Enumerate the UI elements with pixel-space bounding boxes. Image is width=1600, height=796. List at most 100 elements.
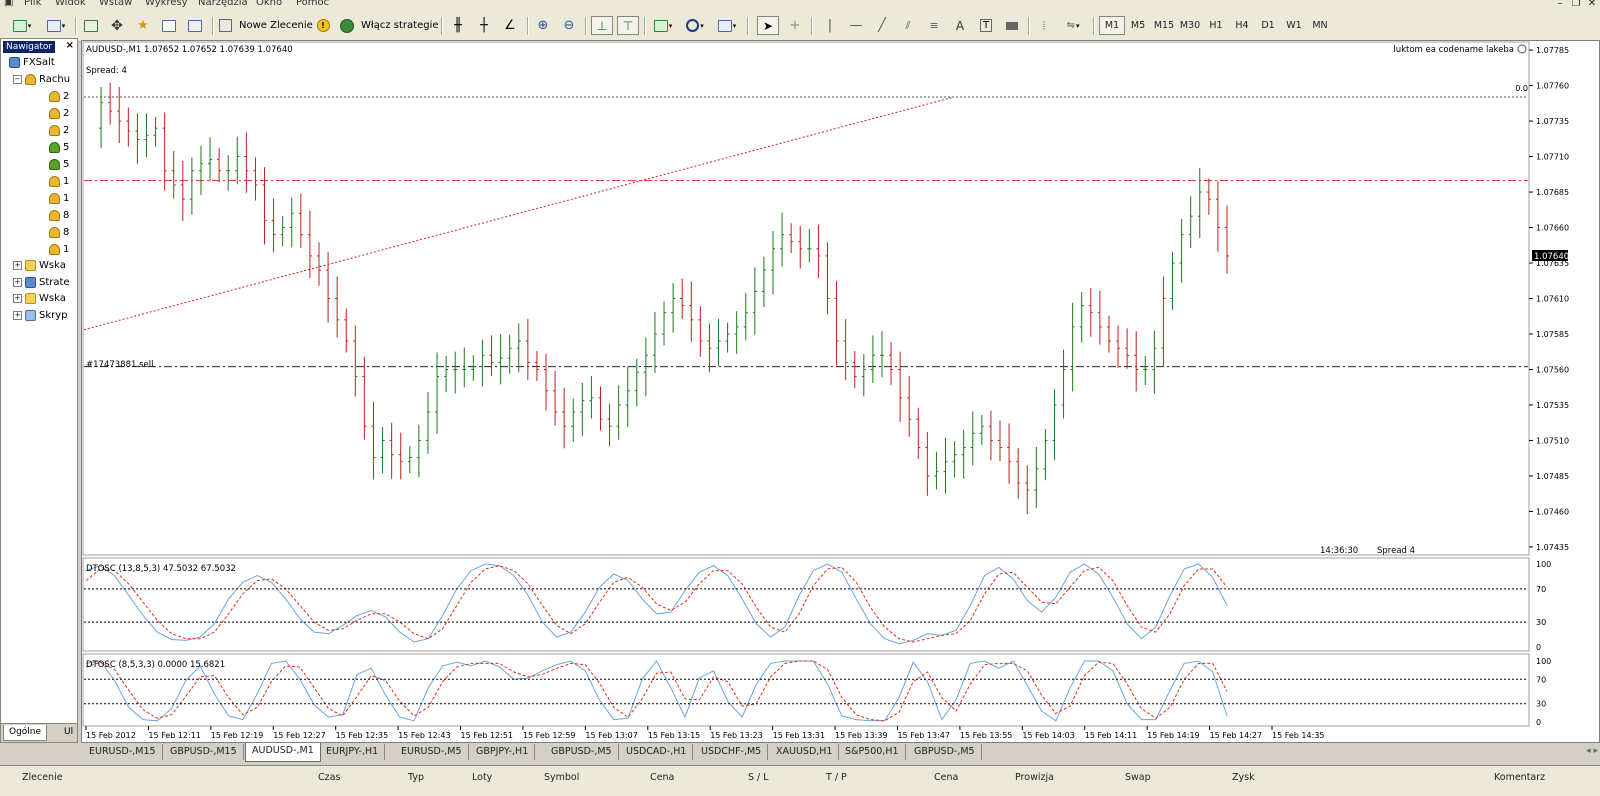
menu-tools[interactable]: Narzędzia: [198, 0, 248, 8]
terminal-column-header[interactable]: Cena: [650, 772, 674, 783]
chart-tab[interactable]: EURJPY-,H1: [320, 744, 386, 760]
menu-help[interactable]: Pomoc: [296, 0, 329, 8]
tree-account-item[interactable]: 1: [49, 193, 69, 204]
close-icon[interactable]: ✕: [1584, 0, 1600, 9]
templates-icon[interactable]: ▾: [713, 16, 741, 35]
tab-general[interactable]: Ogólne: [3, 725, 48, 741]
chart-tab[interactable]: GBPUSD-,M15: [164, 744, 244, 760]
cursor-icon[interactable]: ➤: [757, 16, 779, 35]
trendline-icon[interactable]: ╱: [871, 16, 893, 35]
equidistant-channel-icon[interactable]: ⫽: [897, 16, 919, 35]
tree-account-item[interactable]: 2: [49, 108, 69, 119]
menu-charts[interactable]: Wykresy: [145, 0, 188, 8]
tree-account-item[interactable]: 2: [49, 125, 69, 136]
period-d1-button[interactable]: D1: [1255, 16, 1281, 35]
terminal-column-header[interactable]: Komentarz: [1494, 772, 1545, 783]
fib-time-icon[interactable]: ⦙: [1033, 16, 1055, 35]
period-h1-button[interactable]: H1: [1203, 16, 1229, 35]
chart-tab[interactable]: XAUUSD,H1: [770, 744, 840, 760]
terminal-column-header[interactable]: T / P: [826, 772, 847, 783]
chart-tab[interactable]: S&P500,H1: [839, 744, 906, 760]
tab-favorites[interactable]: Ul: [59, 725, 77, 740]
tree-root[interactable]: FXSalt: [9, 57, 55, 68]
fibonacci-icon[interactable]: ≡: [923, 16, 945, 35]
chart-tab[interactable]: GBPJPY-,H1: [470, 744, 536, 760]
autotrading-button[interactable]: Włącz strategie: [340, 16, 442, 35]
zoom-out-icon[interactable]: ⊖: [558, 16, 580, 35]
text-label-icon[interactable]: T: [975, 16, 997, 35]
crosshair-icon[interactable]: +: [784, 16, 806, 35]
data-window-icon[interactable]: ✥: [106, 16, 128, 35]
more-objects-icon[interactable]: ⇋ ▾: [1059, 16, 1087, 35]
tab-scroll-icon[interactable]: ◂ ▸: [1586, 746, 1598, 756]
market-watch-icon[interactable]: [80, 16, 102, 35]
tree-section-experts[interactable]: + Strate: [13, 277, 70, 288]
tree-section-indicators[interactable]: + Wska: [13, 260, 66, 271]
expand-icon[interactable]: +: [13, 278, 22, 287]
chart-tab[interactable]: USDCAD-,H1: [620, 744, 694, 760]
trendline[interactable]: [83, 96, 955, 331]
tree-account-item[interactable]: 2: [49, 91, 69, 102]
minimize-icon[interactable]: –: [1552, 0, 1568, 9]
navigator-title[interactable]: Nawigator: [3, 41, 56, 53]
terminal-column-header[interactable]: Prowizja: [1015, 772, 1054, 783]
menu-file[interactable]: Plik: [24, 0, 41, 8]
tree-account-item[interactable]: 1: [49, 176, 69, 187]
indicators-icon[interactable]: ▾: [649, 16, 677, 35]
text-icon[interactable]: A: [949, 16, 971, 35]
tree-section-custom-indicators[interactable]: + Wska: [13, 293, 66, 304]
expert-advisors-icon[interactable]: !: [312, 16, 334, 35]
chart-tab[interactable]: AUDUSD-,M1: [245, 743, 321, 762]
horizontal-line-icon[interactable]: —: [845, 16, 867, 35]
tree-section-scripts[interactable]: + Skryp: [13, 310, 68, 321]
tree-account-item[interactable]: 8: [49, 210, 69, 221]
arrows-icon[interactable]: [1001, 16, 1023, 35]
profiles-icon[interactable]: ▾: [42, 16, 70, 35]
collapse-icon[interactable]: −: [13, 75, 22, 84]
chart-tab[interactable]: GBPUSD-,M5: [545, 744, 619, 760]
new-chart-icon[interactable]: ▾: [8, 16, 36, 35]
zoom-in-icon[interactable]: ⊕: [532, 16, 554, 35]
terminal-column-header[interactable]: Zysk: [1232, 772, 1255, 783]
tree-account-item[interactable]: 8: [49, 227, 69, 238]
terminal-column-header[interactable]: Cena: [934, 772, 958, 783]
vertical-line-icon[interactable]: |: [819, 16, 841, 35]
tree-accounts[interactable]: − Rachu: [13, 74, 70, 85]
terminal-icon[interactable]: [158, 16, 180, 35]
period-w1-button[interactable]: W1: [1281, 16, 1307, 35]
period-mn-button[interactable]: MN: [1307, 16, 1333, 35]
menu-window[interactable]: Okno: [256, 0, 282, 8]
period-m15-button[interactable]: M15: [1151, 16, 1177, 35]
chart-canvas[interactable]: 1.07785 1.07760 1.07735 1.07710 1.07685 1.076…: [82, 41, 1599, 742]
period-m5-button[interactable]: M5: [1125, 16, 1151, 35]
bar-chart-icon[interactable]: ╫: [447, 16, 469, 35]
expand-icon[interactable]: +: [13, 261, 22, 270]
chart-tab[interactable]: EURUSD-,M15: [83, 744, 163, 760]
period-h4-button[interactable]: H4: [1229, 16, 1255, 35]
line-chart-icon[interactable]: ∠: [499, 16, 521, 35]
tree-account-item[interactable]: 1: [49, 244, 69, 255]
terminal-column-header[interactable]: Czas: [318, 772, 340, 783]
navigator-close-icon[interactable]: ×: [66, 40, 74, 51]
terminal-column-header[interactable]: Zlecenie: [22, 772, 63, 783]
restore-icon[interactable]: ❐: [1568, 0, 1584, 9]
periods-icon[interactable]: ▾: [681, 16, 709, 35]
chart-tab[interactable]: USDCHF-,M5: [695, 744, 769, 760]
menu-insert[interactable]: Wstaw: [99, 0, 132, 8]
chart-tab[interactable]: EURUSD-,M5: [395, 744, 469, 760]
terminal-column-header[interactable]: Symbol: [544, 772, 579, 783]
chart-tab[interactable]: GBPUSD-,M5: [908, 744, 982, 760]
terminal-column-header[interactable]: Loty: [472, 772, 492, 783]
tree-account-item[interactable]: 5: [49, 142, 69, 153]
autoscroll-icon[interactable]: ⊥: [591, 16, 613, 35]
period-m1-button[interactable]: M1: [1099, 16, 1125, 35]
tree-account-item[interactable]: 5: [49, 159, 69, 170]
chart-window[interactable]: 1.07785 1.07760 1.07735 1.07710 1.07685 1.076…: [81, 40, 1600, 743]
expand-icon[interactable]: +: [13, 294, 22, 303]
menu-view[interactable]: Widok: [55, 0, 86, 8]
navigator-icon[interactable]: ★: [132, 16, 154, 35]
expand-icon[interactable]: +: [13, 311, 22, 320]
strategy-tester-icon[interactable]: [184, 16, 206, 35]
period-m30-button[interactable]: M30: [1177, 16, 1203, 35]
terminal-column-header[interactable]: Swap: [1125, 772, 1151, 783]
